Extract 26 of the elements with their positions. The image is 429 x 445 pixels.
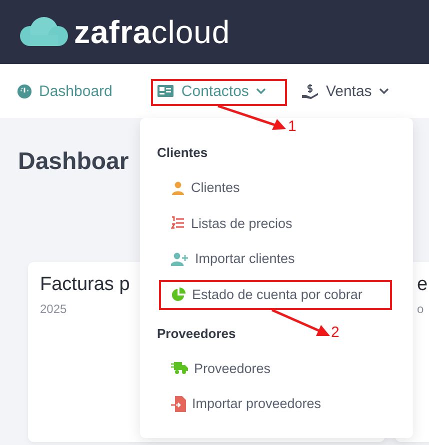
- menu-section-title: Clientes: [157, 145, 208, 160]
- page-title: Dashboar: [18, 148, 129, 176]
- logo-text: cloud: [151, 14, 230, 50]
- annotation-number: 2: [331, 324, 340, 341]
- hand-coin-icon: [300, 82, 319, 100]
- contact-card-icon: [157, 84, 174, 98]
- annotation-arrow: [270, 308, 332, 338]
- cloud-logo-icon: [20, 17, 68, 47]
- annotation-number: 1: [288, 118, 296, 135]
- logo-text: zafra: [74, 14, 152, 50]
- menu-item[interactable]: Clientes: [157, 170, 240, 206]
- nav-link[interactable]: Contactos: [157, 82, 266, 100]
- card-title: Facturas p: [40, 274, 130, 296]
- menu-item[interactable]: Importar clientes: [157, 241, 295, 276]
- nav-link[interactable]: Dashboard: [17, 82, 112, 100]
- menu-section-title: Proveedores: [157, 326, 236, 340]
- card-subtitle: o: [417, 302, 424, 316]
- menu-item[interactable]: Estado de cuenta por cobrar: [157, 276, 362, 312]
- gauge-icon: [17, 84, 32, 98]
- nav-link[interactable]: Ventas: [300, 82, 389, 100]
- menu-item[interactable]: Listas de precios: [157, 206, 292, 241]
- menu-item[interactable]: Importar proveedores: [157, 386, 322, 422]
- card-title: e: [417, 274, 428, 296]
- annotation-arrow: [216, 104, 288, 132]
- card-subtitle: 2025: [40, 302, 67, 316]
- menu-item[interactable]: Proveedores: [157, 350, 271, 386]
